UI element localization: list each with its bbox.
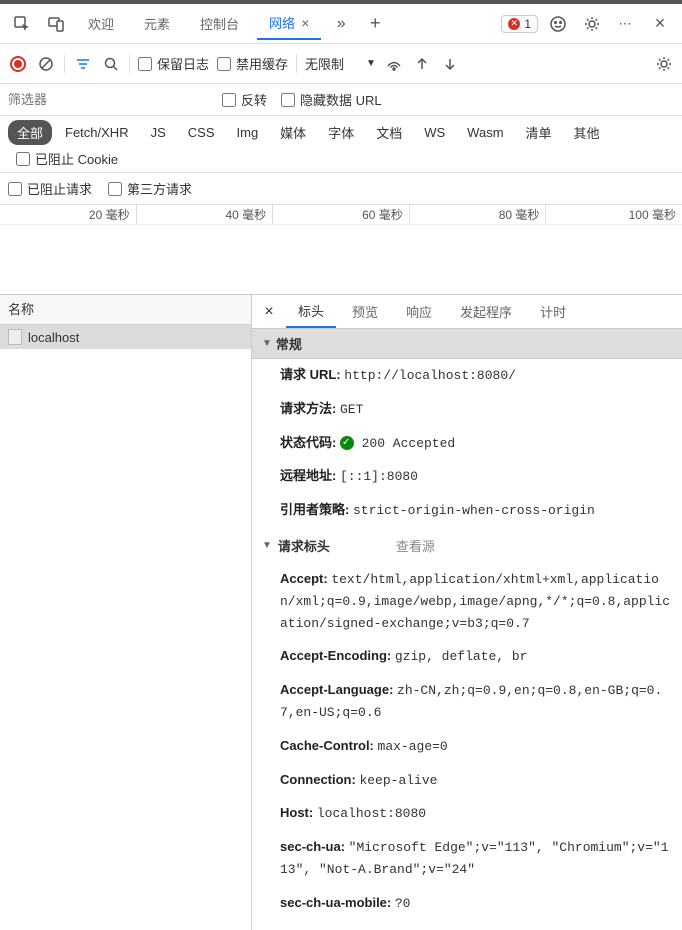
third-party-checkbox[interactable]: 第三方请求: [108, 179, 192, 198]
inspect-icon[interactable]: [8, 10, 36, 38]
header-cache-control: Cache-Control: max-age=0: [252, 730, 682, 764]
network-toolbar: 保留日志 禁用缓存 无限制▼: [0, 44, 682, 84]
request-row[interactable]: localhost: [0, 325, 251, 349]
blocked-cookies-checkbox[interactable]: 已阻止 Cookie: [16, 149, 118, 168]
close-detail-icon[interactable]: ×: [256, 299, 282, 325]
timeline-tick: 20 毫秒: [0, 205, 136, 224]
type-all[interactable]: 全部: [8, 120, 52, 145]
request-list-header: 名称: [0, 295, 251, 325]
new-tab-icon[interactable]: +: [361, 10, 389, 38]
request-detail-panel: × 标头 预览 响应 发起程序 计时 ▼常规 请求 URL: http://lo…: [252, 295, 682, 930]
referrer-policy: 引用者策略: strict-origin-when-cross-origin: [252, 494, 682, 528]
type-js[interactable]: JS: [142, 122, 175, 143]
type-fetch[interactable]: Fetch/XHR: [56, 122, 138, 143]
view-source-link[interactable]: 查看源: [396, 536, 435, 555]
devtools-tabbar: 欢迎 元素 控制台 网络× » + ✕1 ⋯ ×: [0, 4, 682, 44]
close-icon[interactable]: ×: [301, 15, 309, 31]
download-har-icon[interactable]: [440, 54, 460, 74]
more-tabs-icon[interactable]: »: [327, 10, 355, 38]
document-icon: [8, 329, 22, 345]
tab-network[interactable]: 网络×: [257, 7, 321, 40]
header-accept-encoding: Accept-Encoding: gzip, deflate, br: [252, 640, 682, 674]
hide-data-urls-checkbox[interactable]: 隐藏数据 URL: [281, 90, 382, 109]
tab-timing[interactable]: 计时: [528, 296, 578, 327]
disable-cache-checkbox[interactable]: 禁用缓存: [217, 54, 288, 73]
resource-type-filter: 全部 Fetch/XHR JS CSS Img 媒体 字体 文档 WS Wasm…: [0, 116, 682, 173]
tab-initiator[interactable]: 发起程序: [448, 296, 524, 327]
network-conditions-icon[interactable]: [384, 54, 404, 74]
tab-welcome[interactable]: 欢迎: [76, 8, 126, 39]
timeline-tick: 40 毫秒: [136, 205, 273, 224]
preserve-log-checkbox[interactable]: 保留日志: [138, 54, 209, 73]
network-settings-icon[interactable]: [654, 54, 674, 74]
request-method: 请求方法: GET: [252, 393, 682, 427]
type-font[interactable]: 字体: [319, 120, 363, 145]
timeline-tick: 100 毫秒: [545, 205, 682, 224]
detail-tabbar: × 标头 预览 响应 发起程序 计时: [252, 295, 682, 329]
filter-bar: 反转 隐藏数据 URL: [0, 84, 682, 116]
request-headers-section-header[interactable]: ▼请求标头查看源: [252, 528, 682, 563]
tab-elements[interactable]: 元素: [132, 8, 182, 39]
header-connection: Connection: keep-alive: [252, 764, 682, 798]
type-doc[interactable]: 文档: [367, 120, 411, 145]
header-sec-ch-ua-platform: sec-ch-ua-platform: "Windows": [252, 921, 682, 930]
type-ws[interactable]: WS: [415, 122, 454, 143]
record-button[interactable]: [8, 54, 28, 74]
type-css[interactable]: CSS: [179, 122, 224, 143]
timeline-tick: 80 毫秒: [409, 205, 546, 224]
general-section-header[interactable]: ▼常规: [252, 329, 682, 359]
tab-response[interactable]: 响应: [394, 296, 444, 327]
type-wasm[interactable]: Wasm: [458, 122, 512, 143]
device-toggle-icon[interactable]: [42, 10, 70, 38]
blocked-filter-row: 已阻止请求 第三方请求: [0, 173, 682, 205]
settings-icon[interactable]: [578, 10, 606, 38]
request-name: localhost: [28, 330, 79, 345]
more-menu-icon[interactable]: ⋯: [612, 10, 640, 38]
remote-address: 远程地址: [::1]:8080: [252, 460, 682, 494]
type-other[interactable]: 其他: [565, 120, 609, 145]
status-code: 状态代码: 200 Accepted: [252, 427, 682, 461]
blocked-requests-checkbox[interactable]: 已阻止请求: [8, 179, 92, 198]
type-img[interactable]: Img: [228, 122, 268, 143]
header-sec-ch-ua-mobile: sec-ch-ua-mobile: ?0: [252, 887, 682, 921]
filter-input[interactable]: [8, 92, 208, 107]
filter-toggle-icon[interactable]: [73, 54, 93, 74]
header-accept-language: Accept-Language: zh-CN,zh;q=0.9,en;q=0.8…: [252, 674, 682, 730]
clear-button[interactable]: [36, 54, 56, 74]
upload-har-icon[interactable]: [412, 54, 432, 74]
request-url: 请求 URL: http://localhost:8080/: [252, 359, 682, 393]
header-host: Host: localhost:8080: [252, 797, 682, 831]
tab-console[interactable]: 控制台: [188, 8, 251, 39]
throttling-select[interactable]: 无限制▼: [296, 54, 376, 73]
tab-headers[interactable]: 标头: [286, 295, 336, 328]
search-icon[interactable]: [101, 54, 121, 74]
close-devtools-icon[interactable]: ×: [646, 10, 674, 38]
timeline-overview[interactable]: 20 毫秒 40 毫秒 60 毫秒 80 毫秒 100 毫秒: [0, 205, 682, 295]
status-ok-icon: [340, 436, 354, 450]
type-manifest[interactable]: 清单: [517, 120, 561, 145]
request-list-panel: 名称 localhost: [0, 295, 252, 930]
feedback-icon[interactable]: [544, 10, 572, 38]
type-media[interactable]: 媒体: [271, 120, 315, 145]
tab-preview[interactable]: 预览: [340, 296, 390, 327]
header-accept: Accept: text/html,application/xhtml+xml,…: [252, 563, 682, 640]
header-sec-ch-ua: sec-ch-ua: "Microsoft Edge";v="113", "Ch…: [252, 831, 682, 887]
error-badge[interactable]: ✕1: [501, 15, 538, 33]
timeline-tick: 60 毫秒: [272, 205, 409, 224]
invert-checkbox[interactable]: 反转: [222, 90, 267, 109]
